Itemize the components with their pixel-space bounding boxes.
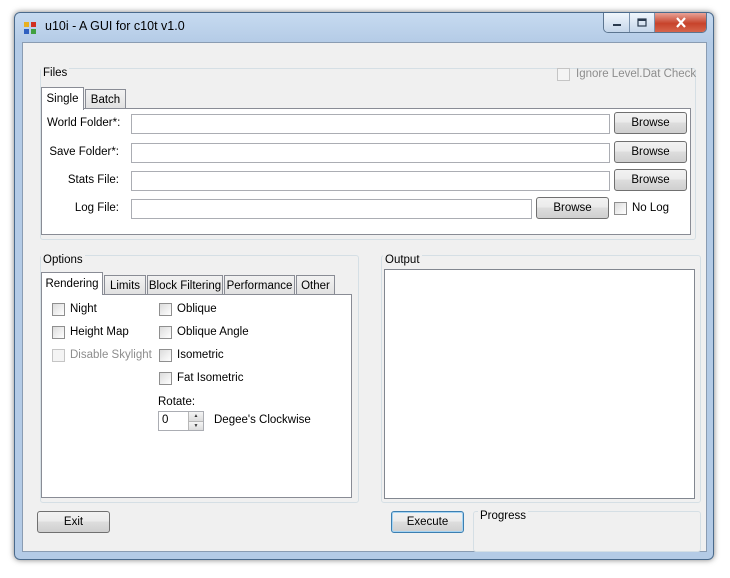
exit-button[interactable]: Exit	[37, 511, 110, 533]
rotate-value: 0	[162, 414, 169, 426]
tab-rendering[interactable]: Rendering	[41, 272, 103, 295]
window-title: u10i - A GUI for c10t v1.0	[45, 19, 185, 33]
oblique-angle-checkbox[interactable]	[159, 326, 172, 339]
isometric-label: Isometric	[177, 349, 224, 361]
log-file-browse-button[interactable]: Browse	[536, 197, 609, 219]
close-button[interactable]	[655, 13, 706, 32]
disable-skylight-label: Disable Skylight	[70, 349, 152, 361]
log-file-input[interactable]	[131, 199, 532, 219]
rotate-spinner[interactable]: 0 ▲ ▼	[158, 411, 204, 431]
tab-batch[interactable]: Batch	[85, 89, 126, 109]
output-textarea[interactable]	[384, 269, 695, 499]
night-label: Night	[70, 303, 97, 315]
no-log-label: No Log	[632, 202, 670, 214]
night-checkbox[interactable]	[52, 303, 65, 316]
tab-performance[interactable]: Performance	[224, 275, 295, 295]
stats-file-label: Stats File:	[67, 174, 119, 186]
log-file-label: Log File:	[74, 202, 119, 214]
tab-limits[interactable]: Limits	[104, 275, 146, 295]
chevron-down-icon: ▼	[193, 422, 199, 429]
stats-file-browse-button[interactable]: Browse	[614, 169, 687, 191]
oblique-checkbox[interactable]	[159, 303, 172, 316]
maximize-icon	[637, 18, 647, 27]
tab-single[interactable]: Single	[41, 87, 84, 110]
maximize-button[interactable]	[630, 13, 655, 32]
caption-buttons	[603, 13, 707, 33]
oblique-angle-label: Oblique Angle	[177, 326, 249, 338]
minimize-button[interactable]	[604, 13, 630, 32]
height-map-checkbox[interactable]	[52, 326, 65, 339]
world-folder-input[interactable]	[131, 114, 610, 134]
disable-skylight-checkbox[interactable]	[52, 349, 65, 362]
files-legend: Files	[41, 67, 70, 79]
stats-file-input[interactable]	[131, 171, 610, 191]
spin-up-button[interactable]: ▲	[188, 412, 203, 422]
app-icon	[24, 22, 36, 34]
spin-down-button[interactable]: ▼	[188, 421, 203, 430]
no-log-checkbox[interactable]	[614, 202, 627, 215]
tab-other[interactable]: Other	[296, 275, 335, 295]
close-icon	[675, 17, 686, 28]
tab-block-filtering[interactable]: Block Filtering	[147, 275, 223, 295]
title-bar[interactable]: u10i - A GUI for c10t v1.0	[15, 13, 713, 41]
fat-isometric-checkbox[interactable]	[159, 372, 172, 385]
main-window: u10i - A GUI for c10t v1.0 Files Ignore …	[14, 12, 714, 560]
save-folder-browse-button[interactable]: Browse	[614, 141, 687, 163]
save-folder-label: Save Folder*:	[49, 146, 119, 158]
ignore-level-dat-checkbox[interactable]	[557, 68, 570, 81]
rotate-label: Rotate:	[158, 396, 196, 408]
rotate-suffix-label: Degee's Clockwise	[214, 414, 311, 426]
oblique-label: Oblique	[177, 303, 217, 315]
options-tab-panel	[41, 294, 352, 498]
rotate-spinner-buttons: ▲ ▼	[188, 412, 203, 430]
progress-legend: Progress	[478, 510, 529, 522]
height-map-label: Height Map	[70, 326, 129, 338]
ignore-level-dat-label: Ignore Level.Dat Check	[576, 68, 697, 80]
chevron-up-icon: ▲	[193, 413, 199, 420]
minimize-icon	[612, 23, 621, 26]
execute-button[interactable]: Execute	[391, 511, 464, 533]
options-legend: Options	[41, 254, 85, 266]
save-folder-input[interactable]	[131, 143, 610, 163]
isometric-checkbox[interactable]	[159, 349, 172, 362]
output-legend: Output	[383, 254, 422, 266]
world-folder-label: World Folder*:	[47, 117, 121, 129]
world-folder-browse-button[interactable]: Browse	[614, 112, 687, 134]
fat-isometric-label: Fat Isometric	[177, 372, 244, 384]
client-area: Files Ignore Level.Dat Check Single Batc…	[22, 42, 707, 552]
